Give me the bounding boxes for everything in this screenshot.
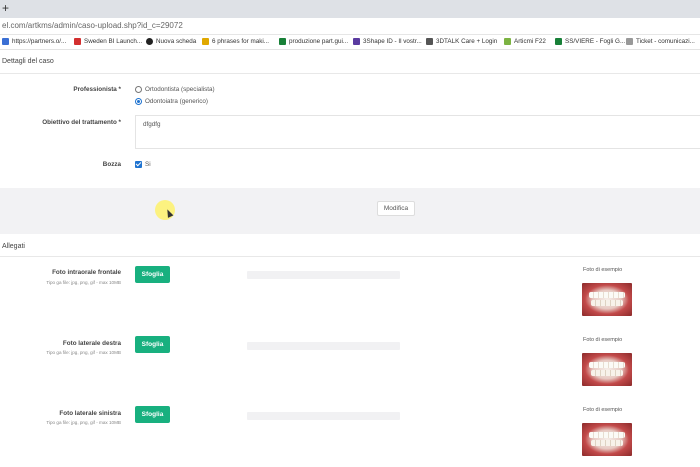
bookmark-label: Ticket - comunicazi... (636, 38, 695, 45)
bozza-checkbox[interactable]: Si (135, 161, 151, 168)
example-photo[interactable] (582, 423, 632, 456)
bookmark-label: produzione part.gui... (289, 38, 349, 45)
example-photo[interactable] (582, 353, 632, 386)
radio-circle[interactable] (135, 86, 142, 93)
url-text[interactable]: el.com/artkms/admin/caso-upload.shp?id_c… (2, 21, 183, 30)
bozza-label: Bozza (102, 161, 121, 168)
bookmark-item[interactable]: 3Shape ID - Il vostr... (353, 38, 422, 45)
radio-ortodontista[interactable]: Ortodontista (specialista) (135, 86, 215, 93)
radio-label: Ortodontista (specialista) (145, 86, 215, 93)
bookmark-item[interactable]: Articmi F22 (504, 38, 546, 45)
attachment-label: Foto laterale destra (62, 340, 121, 347)
radio-odontoiatra[interactable]: Odontoiatra (generico) (135, 98, 208, 105)
bookmark-label: Nuova scheda (156, 38, 197, 45)
bookmarks-bar: https://partners.o/... Sweden BI Launch.… (0, 35, 700, 50)
form-actions-band (0, 188, 700, 234)
attachment-hint: Tipo ga file: jpg, png, gif - max 10MB (46, 280, 121, 285)
bookmark-label: Articmi F22 (514, 38, 546, 45)
radio-label: Odontoiatra (generico) (145, 98, 209, 105)
bookmark-label: SS/VIERE - Fogli G... (565, 38, 626, 45)
browser-tab-bar: + (0, 0, 700, 18)
attachment-hint: Tipo ga file: jpg, png, gif - max 10MB (46, 420, 121, 425)
bookmark-item[interactable]: SS/VIERE - Fogli G... (555, 38, 625, 45)
bookmark-label: 3DTALK Care + Login (436, 38, 498, 45)
bozza-value: Si (145, 161, 151, 168)
professional-label: Professionista * (73, 86, 121, 93)
sfoglia-button[interactable]: Sfoglia (135, 266, 170, 283)
bookmark-label: https://partners.o/... (12, 38, 67, 45)
bookmark-item[interactable]: 6 phrases for maki... (202, 38, 269, 45)
treatment-label: Obiettivo del trattamento * (42, 119, 121, 126)
treatment-textarea[interactable]: dfgdfg (135, 115, 700, 149)
bookmark-icon (426, 38, 433, 45)
attachment-hint: Tipo ga file: jpg, png, gif - max 10MB (46, 350, 121, 355)
details-section-title: Dettagli del caso (2, 58, 54, 65)
bookmark-item[interactable]: Sweden BI Launch... (74, 38, 142, 45)
upload-progress (247, 342, 400, 350)
bookmark-item[interactable]: Ticket - comunicazi... (626, 38, 695, 45)
example-photo[interactable] (582, 283, 632, 316)
attachments-section-title: Allegati (2, 243, 25, 250)
divider (0, 256, 700, 257)
sfoglia-button[interactable]: Sfoglia (135, 336, 170, 353)
bookmark-icon (504, 38, 511, 45)
bookmark-icon (279, 38, 286, 45)
attachment-label: Foto intraorale frontale (52, 269, 121, 276)
checkbox-checked-icon[interactable] (135, 161, 142, 168)
new-tab-button[interactable]: + (2, 1, 9, 15)
bookmark-label: Sweden BI Launch... (84, 38, 143, 45)
example-label: Foto di esempio (583, 407, 623, 413)
treatment-value: dfgdfg (143, 121, 161, 128)
bookmark-icon (626, 38, 633, 45)
upload-progress (247, 271, 400, 279)
bookmark-label: 6 phrases for maki... (212, 38, 270, 45)
bookmark-icon (74, 38, 81, 45)
upload-progress (247, 412, 400, 420)
bookmark-item[interactable]: Nuova scheda (146, 38, 196, 45)
example-label: Foto di esempio (583, 267, 623, 273)
bookmark-label: 3Shape ID - Il vostr... (363, 38, 422, 45)
bookmark-icon (555, 38, 562, 45)
attachment-label: Foto laterale sinistra (59, 410, 121, 417)
modifica-button[interactable]: Modifica (377, 201, 415, 216)
bookmark-item[interactable]: produzione part.gui... (279, 38, 348, 45)
bookmark-icon (353, 38, 360, 45)
bookmark-icon (2, 38, 9, 45)
address-bar[interactable]: el.com/artkms/admin/caso-upload.shp?id_c… (0, 18, 700, 35)
bookmark-icon (146, 38, 153, 45)
radio-circle-selected[interactable] (135, 98, 142, 105)
bookmark-icon (202, 38, 209, 45)
bookmark-item[interactable]: 3DTALK Care + Login (426, 38, 497, 45)
bookmark-item[interactable]: https://partners.o/... (2, 38, 66, 45)
divider (0, 73, 700, 74)
example-label: Foto di esempio (583, 337, 623, 343)
sfoglia-button[interactable]: Sfoglia (135, 406, 170, 423)
